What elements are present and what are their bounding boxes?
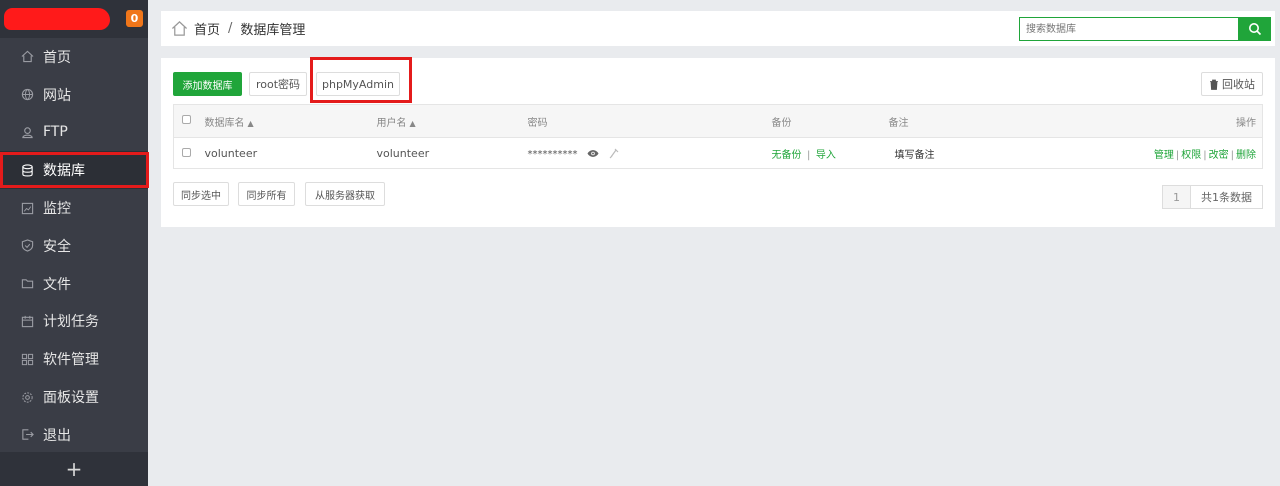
sidebar-item-files[interactable]: 文件 bbox=[0, 265, 148, 303]
sidebar-item-cron[interactable]: 计划任务 bbox=[0, 303, 148, 341]
sidebar-item-label: 退出 bbox=[43, 427, 71, 444]
import-link[interactable]: 导入 bbox=[816, 150, 836, 161]
search-box bbox=[1019, 17, 1271, 41]
search-button[interactable] bbox=[1238, 17, 1271, 41]
breadcrumb-home[interactable]: 首页 bbox=[194, 19, 220, 38]
user-icon bbox=[20, 125, 34, 139]
note-input[interactable]: 填写备注 bbox=[889, 138, 1149, 169]
notification-badge[interactable]: 0 bbox=[126, 10, 143, 27]
breadcrumb-separator: / bbox=[228, 21, 233, 36]
pagination: 1 共1条数据 bbox=[1162, 185, 1263, 209]
shield-icon bbox=[20, 239, 34, 253]
sidebar-item-label: 监控 bbox=[43, 201, 71, 218]
sidebar-item-label: 网站 bbox=[43, 87, 71, 104]
highlight-box-database bbox=[0, 152, 149, 188]
sidebar-item-label: 软件管理 bbox=[43, 352, 99, 369]
divider: | bbox=[807, 149, 811, 161]
db-name: volunteer bbox=[204, 146, 258, 160]
db-password: ********** bbox=[527, 148, 578, 160]
sort-asc-icon[interactable]: ▲ bbox=[410, 119, 416, 128]
col-header-backup: 备份 bbox=[771, 117, 792, 129]
recycle-bin-label: 回收站 bbox=[1222, 78, 1255, 91]
sidebar-item-label: 首页 bbox=[43, 49, 71, 66]
sort-asc-icon[interactable]: ▲ bbox=[248, 119, 254, 128]
calendar-icon bbox=[20, 314, 34, 328]
sidebar-item-software[interactable]: 软件管理 bbox=[0, 340, 148, 378]
gear-icon bbox=[20, 390, 34, 404]
change-password-link[interactable]: 改密 bbox=[1209, 150, 1229, 161]
highlight-box-phpmyadmin bbox=[310, 57, 412, 103]
apps-icon bbox=[20, 352, 34, 366]
table-row: volunteer volunteer ********** 无备份 | 导入 … bbox=[173, 137, 1263, 169]
search-icon bbox=[1248, 23, 1261, 36]
sidebar-item-label: 面板设置 bbox=[43, 390, 99, 407]
col-header-password: 密码 bbox=[527, 117, 548, 129]
col-header-note: 备注 bbox=[888, 117, 909, 129]
sidebar-item-label: 文件 bbox=[43, 276, 71, 293]
logout-icon bbox=[20, 428, 34, 442]
sidebar-item-monitor[interactable]: 监控 bbox=[0, 189, 148, 227]
root-password-button[interactable]: root密码 bbox=[249, 72, 307, 96]
actions-cell: 管理 | 权限 | 改密 | 删除 bbox=[1149, 138, 1263, 169]
table-header-row: 数据库名 ▲ 用户名 ▲ 密码 备份 备注 操作 bbox=[173, 104, 1263, 138]
breadcrumb-current: 数据库管理 bbox=[240, 23, 306, 38]
breadcrumb: 首页 / 数据库管理 bbox=[171, 11, 305, 46]
sidebar-item-ftp[interactable]: FTP bbox=[0, 114, 148, 152]
divider: | bbox=[1175, 149, 1180, 161]
sidebar-item-home[interactable]: 首页 bbox=[0, 38, 148, 76]
manage-link[interactable]: 管理 bbox=[1154, 150, 1174, 161]
delete-link[interactable]: 删除 bbox=[1236, 150, 1256, 161]
sidebar-item-website[interactable]: 网站 bbox=[0, 76, 148, 114]
monitor-icon bbox=[20, 201, 34, 215]
divider: | bbox=[1203, 149, 1207, 161]
sidebar-item-logout[interactable]: 退出 bbox=[0, 416, 148, 454]
folder-icon bbox=[20, 277, 34, 291]
page-number[interactable]: 1 bbox=[1163, 186, 1191, 208]
recycle-bin-button[interactable]: 回收站 bbox=[1201, 72, 1263, 96]
sidebar-header: 0 bbox=[0, 0, 148, 38]
db-user: volunteer bbox=[376, 146, 430, 160]
eye-icon[interactable] bbox=[587, 149, 599, 158]
sidebar-item-label: 安全 bbox=[43, 238, 71, 255]
globe-icon bbox=[20, 88, 34, 102]
sidebar-item-settings[interactable]: 面板设置 bbox=[0, 378, 148, 416]
select-all-checkbox[interactable] bbox=[182, 115, 191, 124]
col-header-name[interactable]: 数据库名 ▲ bbox=[205, 105, 377, 138]
permission-link[interactable]: 权限 bbox=[1181, 150, 1201, 161]
sidebar-item-security[interactable]: 安全 bbox=[0, 227, 148, 265]
fetch-from-server-button[interactable]: 从服务器获取 bbox=[305, 182, 385, 206]
database-table: 数据库名 ▲ 用户名 ▲ 密码 备份 备注 操作 volunteer volunte… bbox=[173, 104, 1263, 169]
sidebar-item-label: FTP bbox=[43, 124, 68, 141]
home-icon[interactable] bbox=[171, 20, 188, 37]
sync-all-button[interactable]: 同步所有 bbox=[238, 182, 295, 206]
home-icon bbox=[20, 50, 34, 64]
total-count: 共1条数据 bbox=[1201, 191, 1252, 204]
topbar: 首页 / 数据库管理 bbox=[161, 11, 1275, 46]
col-header-actions: 操作 bbox=[1236, 117, 1256, 129]
add-button[interactable]: + bbox=[0, 452, 148, 486]
sidebar: 0 首页 网站 FTP 数据库 监控 安全 文件 计划任务 软件管理 面板设置 … bbox=[0, 0, 148, 486]
col-header-user[interactable]: 用户名 ▲ bbox=[377, 105, 528, 138]
backup-cell: 无备份 | 导入 bbox=[772, 138, 889, 169]
sync-selected-button[interactable]: 同步选中 bbox=[173, 182, 229, 206]
trash-icon bbox=[1210, 79, 1218, 90]
row-checkbox[interactable] bbox=[182, 147, 191, 157]
sidebar-nav: 首页 网站 FTP 数据库 监控 安全 文件 计划任务 软件管理 面板设置 退出 bbox=[0, 38, 148, 454]
sidebar-item-label: 计划任务 bbox=[43, 314, 99, 331]
no-backup-link[interactable]: 无备份 bbox=[772, 150, 802, 161]
redacted-logo bbox=[4, 8, 110, 30]
add-database-button[interactable]: 添加数据库 bbox=[173, 72, 242, 96]
search-input[interactable] bbox=[1019, 17, 1238, 41]
copy-icon[interactable] bbox=[609, 148, 620, 159]
divider: | bbox=[1230, 149, 1234, 161]
password-cell: ********** bbox=[528, 138, 772, 169]
